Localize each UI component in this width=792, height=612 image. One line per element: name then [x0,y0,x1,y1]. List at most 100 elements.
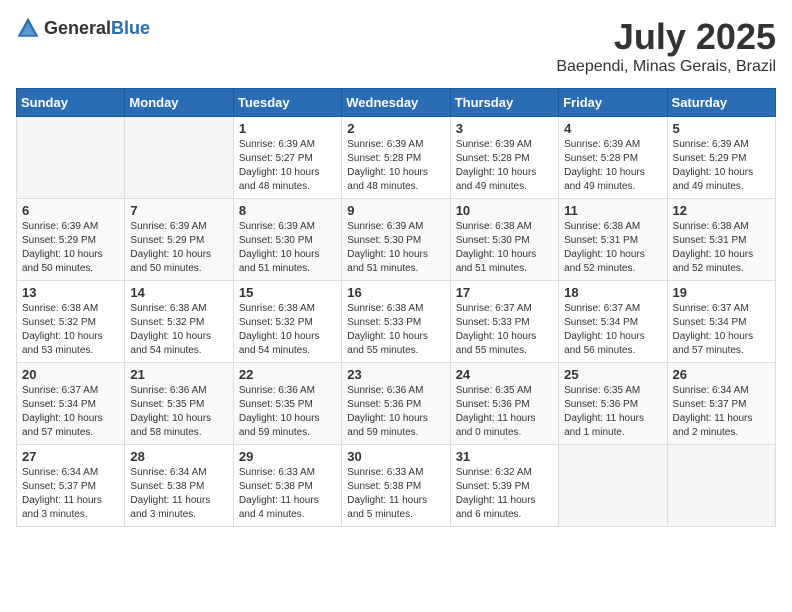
day-info: Sunrise: 6:35 AM Sunset: 5:36 PM Dayligh… [564,384,661,440]
day-cell [667,445,775,527]
day-number: 27 [22,449,119,464]
title-block: July 2025 Baependi, Minas Gerais, Brazil [556,16,776,76]
day-cell: 17 Sunrise: 6:37 AM Sunset: 5:33 PM Dayli… [450,281,558,363]
day-info: Sunrise: 6:33 AM Sunset: 5:38 PM Dayligh… [347,466,444,522]
day-number: 11 [564,203,661,218]
day-cell: 2 Sunrise: 6:39 AM Sunset: 5:28 PM Daylig… [342,117,450,199]
day-info: Sunrise: 6:39 AM Sunset: 5:28 PM Dayligh… [564,138,661,194]
day-info: Sunrise: 6:34 AM Sunset: 5:38 PM Dayligh… [130,466,227,522]
day-number: 29 [239,449,336,464]
weekday-header-thursday: Thursday [450,89,558,117]
day-number: 31 [456,449,553,464]
page-header: GeneralBlue July 2025 Baependi, Minas Ge… [16,16,776,76]
day-cell: 28 Sunrise: 6:34 AM Sunset: 5:38 PM Dayli… [125,445,233,527]
day-info: Sunrise: 6:37 AM Sunset: 5:34 PM Dayligh… [673,302,770,358]
day-number: 26 [673,367,770,382]
week-row-5: 27 Sunrise: 6:34 AM Sunset: 5:37 PM Dayli… [17,445,776,527]
weekday-header-wednesday: Wednesday [342,89,450,117]
day-cell: 3 Sunrise: 6:39 AM Sunset: 5:28 PM Daylig… [450,117,558,199]
day-number: 7 [130,203,227,218]
day-info: Sunrise: 6:39 AM Sunset: 5:30 PM Dayligh… [347,220,444,276]
day-cell: 26 Sunrise: 6:34 AM Sunset: 5:37 PM Dayli… [667,363,775,445]
day-info: Sunrise: 6:34 AM Sunset: 5:37 PM Dayligh… [22,466,119,522]
day-info: Sunrise: 6:38 AM Sunset: 5:32 PM Dayligh… [22,302,119,358]
day-info: Sunrise: 6:36 AM Sunset: 5:35 PM Dayligh… [239,384,336,440]
day-cell: 10 Sunrise: 6:38 AM Sunset: 5:30 PM Dayli… [450,199,558,281]
day-number: 19 [673,285,770,300]
day-info: Sunrise: 6:37 AM Sunset: 5:34 PM Dayligh… [22,384,119,440]
day-cell: 16 Sunrise: 6:38 AM Sunset: 5:33 PM Dayli… [342,281,450,363]
day-info: Sunrise: 6:33 AM Sunset: 5:38 PM Dayligh… [239,466,336,522]
day-number: 18 [564,285,661,300]
day-info: Sunrise: 6:37 AM Sunset: 5:34 PM Dayligh… [564,302,661,358]
day-cell: 7 Sunrise: 6:39 AM Sunset: 5:29 PM Daylig… [125,199,233,281]
day-cell: 31 Sunrise: 6:32 AM Sunset: 5:39 PM Dayli… [450,445,558,527]
day-number: 9 [347,203,444,218]
day-number: 3 [456,121,553,136]
day-number: 2 [347,121,444,136]
day-cell [125,117,233,199]
weekday-header-sunday: Sunday [17,89,125,117]
day-cell [17,117,125,199]
day-cell: 25Sunrise: 6:35 AM Sunset: 5:36 PM Dayli… [559,363,667,445]
day-info: Sunrise: 6:39 AM Sunset: 5:29 PM Dayligh… [22,220,119,276]
day-number: 28 [130,449,227,464]
day-info: Sunrise: 6:38 AM Sunset: 5:31 PM Dayligh… [673,220,770,276]
week-row-3: 13 Sunrise: 6:38 AM Sunset: 5:32 PM Dayli… [17,281,776,363]
day-number: 4 [564,121,661,136]
day-info: Sunrise: 6:38 AM Sunset: 5:32 PM Dayligh… [239,302,336,358]
day-info: Sunrise: 6:39 AM Sunset: 5:29 PM Dayligh… [130,220,227,276]
day-number: 22 [239,367,336,382]
day-cell: 14Sunrise: 6:38 AM Sunset: 5:32 PM Dayli… [125,281,233,363]
day-number: 17 [456,285,553,300]
day-info: Sunrise: 6:39 AM Sunset: 5:27 PM Dayligh… [239,138,336,194]
day-cell: 23Sunrise: 6:36 AM Sunset: 5:36 PM Dayli… [342,363,450,445]
day-cell: 1 Sunrise: 6:39 AM Sunset: 5:27 PM Daylig… [233,117,341,199]
day-cell: 21Sunrise: 6:36 AM Sunset: 5:35 PM Dayli… [125,363,233,445]
day-cell: 29 Sunrise: 6:33 AM Sunset: 5:38 PM Dayli… [233,445,341,527]
day-info: Sunrise: 6:32 AM Sunset: 5:39 PM Dayligh… [456,466,553,522]
day-info: Sunrise: 6:39 AM Sunset: 5:28 PM Dayligh… [347,138,444,194]
day-info: Sunrise: 6:35 AM Sunset: 5:36 PM Dayligh… [456,384,553,440]
day-cell: 15Sunrise: 6:38 AM Sunset: 5:32 PM Dayli… [233,281,341,363]
day-info: Sunrise: 6:38 AM Sunset: 5:30 PM Dayligh… [456,220,553,276]
day-info: Sunrise: 6:39 AM Sunset: 5:28 PM Dayligh… [456,138,553,194]
day-number: 16 [347,285,444,300]
day-cell: 6Sunrise: 6:39 AM Sunset: 5:29 PM Daylig… [17,199,125,281]
logo-general: General [44,18,111,38]
weekday-header-tuesday: Tuesday [233,89,341,117]
day-cell [559,445,667,527]
day-number: 23 [347,367,444,382]
weekday-header-friday: Friday [559,89,667,117]
day-cell: 5Sunrise: 6:39 AM Sunset: 5:29 PM Daylig… [667,117,775,199]
day-cell: 30 Sunrise: 6:33 AM Sunset: 5:38 PM Dayli… [342,445,450,527]
day-cell: 18 Sunrise: 6:37 AM Sunset: 5:34 PM Dayli… [559,281,667,363]
week-row-2: 6Sunrise: 6:39 AM Sunset: 5:29 PM Daylig… [17,199,776,281]
day-info: Sunrise: 6:34 AM Sunset: 5:37 PM Dayligh… [673,384,770,440]
day-number: 21 [130,367,227,382]
week-row-1: 1 Sunrise: 6:39 AM Sunset: 5:27 PM Daylig… [17,117,776,199]
day-cell: 27 Sunrise: 6:34 AM Sunset: 5:37 PM Dayli… [17,445,125,527]
day-number: 30 [347,449,444,464]
day-cell: 9 Sunrise: 6:39 AM Sunset: 5:30 PM Daylig… [342,199,450,281]
week-row-4: 20Sunrise: 6:37 AM Sunset: 5:34 PM Dayli… [17,363,776,445]
day-cell: 24 Sunrise: 6:35 AM Sunset: 5:36 PM Dayli… [450,363,558,445]
day-info: Sunrise: 6:37 AM Sunset: 5:33 PM Dayligh… [456,302,553,358]
day-number: 13 [22,285,119,300]
logo: GeneralBlue [16,16,150,40]
day-number: 12 [673,203,770,218]
calendar-table: SundayMondayTuesdayWednesdayThursdayFrid… [16,88,776,527]
day-number: 24 [456,367,553,382]
weekday-header-row: SundayMondayTuesdayWednesdayThursdayFrid… [17,89,776,117]
day-info: Sunrise: 6:38 AM Sunset: 5:33 PM Dayligh… [347,302,444,358]
day-cell: 13 Sunrise: 6:38 AM Sunset: 5:32 PM Dayli… [17,281,125,363]
weekday-header-monday: Monday [125,89,233,117]
weekday-header-saturday: Saturday [667,89,775,117]
day-number: 10 [456,203,553,218]
day-info: Sunrise: 6:39 AM Sunset: 5:29 PM Dayligh… [673,138,770,194]
day-cell: 4 Sunrise: 6:39 AM Sunset: 5:28 PM Daylig… [559,117,667,199]
day-number: 14 [130,285,227,300]
day-info: Sunrise: 6:39 AM Sunset: 5:30 PM Dayligh… [239,220,336,276]
logo-blue: Blue [111,18,150,38]
day-number: 1 [239,121,336,136]
